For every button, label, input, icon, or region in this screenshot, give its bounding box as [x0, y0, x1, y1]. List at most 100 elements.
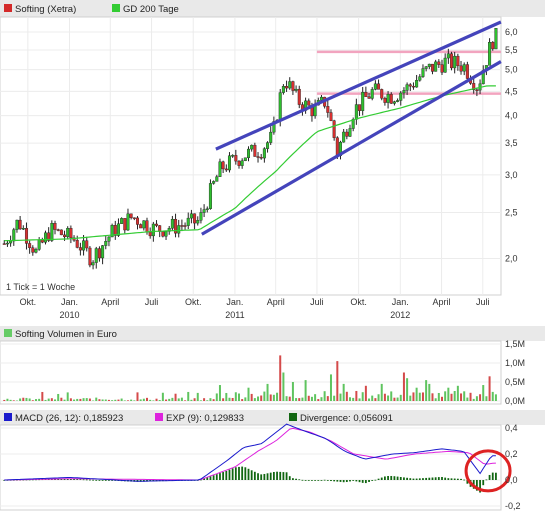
- price-x-tick: Okt.: [350, 297, 367, 307]
- candle-body: [361, 92, 365, 111]
- candle-body: [151, 223, 155, 237]
- volume-bar: [355, 390, 358, 401]
- volume-bar: [307, 395, 310, 401]
- candle-body: [434, 61, 438, 72]
- volume-bar: [488, 376, 491, 401]
- volume-bar: [374, 398, 377, 401]
- candle-body: [465, 64, 469, 79]
- candle-body: [82, 240, 86, 251]
- volume-bar: [66, 392, 69, 401]
- divergence-bar: [330, 480, 332, 482]
- price-y-tick: 3,0: [505, 170, 518, 180]
- volume-bar: [393, 397, 396, 401]
- volume-bar: [158, 400, 161, 401]
- candle-body: [37, 239, 41, 250]
- divergence-bar: [374, 479, 377, 481]
- candle-body: [288, 81, 292, 89]
- divergence-legend-swatch: [289, 413, 297, 421]
- volume-bar: [222, 398, 225, 401]
- candle-body: [196, 220, 200, 224]
- volume-bar: [171, 397, 174, 401]
- volume-bar: [228, 397, 231, 401]
- divergence-bar: [361, 480, 364, 483]
- volume-bar: [377, 394, 380, 401]
- candle-body: [494, 28, 498, 50]
- divergence-bar: [266, 473, 269, 480]
- volume-y-axis: 1,5M 1,0M 0,5M 0,0M: [505, 339, 525, 406]
- candle-body: [456, 55, 460, 67]
- volume-bar: [149, 399, 152, 401]
- divergence-bar: [219, 473, 221, 480]
- candle-body: [123, 218, 127, 231]
- volume-bar: [317, 399, 320, 401]
- volume-bar: [57, 393, 60, 401]
- candle-body: [370, 89, 374, 99]
- gd200-legend-label: GD 200 Tage: [123, 4, 179, 15]
- price-year-label: 2011: [225, 310, 244, 320]
- candle-body: [75, 240, 79, 248]
- divergence-bar: [387, 475, 389, 480]
- divergence-bar: [409, 478, 412, 480]
- candle-body: [345, 131, 349, 137]
- candle-body: [231, 155, 235, 157]
- divergence-bar: [272, 471, 275, 480]
- candle-body: [389, 94, 393, 104]
- volume-bar: [380, 383, 383, 401]
- candle-body: [69, 228, 73, 239]
- volume-bar: [126, 400, 129, 401]
- divergence-bar: [349, 480, 351, 482]
- candle-body: [383, 98, 387, 103]
- volume-bar: [396, 397, 399, 401]
- volume-bar: [444, 391, 447, 401]
- divergence-bar: [101, 480, 104, 481]
- candle-body: [285, 86, 289, 89]
- candle-body: [78, 247, 82, 251]
- divergence-bar: [241, 466, 244, 480]
- volume-bar: [38, 398, 41, 401]
- volume-bar: [288, 396, 291, 401]
- candle-body: [253, 144, 257, 157]
- candle-body: [247, 148, 251, 159]
- volume-bar: [282, 372, 285, 401]
- candle-body: [199, 212, 203, 221]
- volume-y-tick: 0,5M: [505, 377, 525, 387]
- volume-bar: [310, 396, 313, 401]
- volume-bar: [79, 398, 82, 401]
- candle-body: [358, 104, 362, 111]
- volume-bar: [361, 392, 364, 401]
- divergence-bar: [260, 474, 263, 480]
- divergence-bar: [453, 478, 456, 480]
- divergence-bar: [209, 476, 212, 480]
- candle-body: [402, 90, 406, 94]
- volume-bar: [336, 361, 339, 401]
- candle-body: [307, 100, 311, 106]
- candle-body: [332, 120, 336, 138]
- volume-panel: Softing Volumen in Euro 1,5M 1,0M 0,5M 0,0M: [0, 326, 545, 406]
- candle-body: [170, 218, 174, 229]
- volume-bar: [447, 387, 450, 401]
- divergence-bar: [225, 470, 228, 480]
- divergence-bar: [364, 480, 367, 484]
- candle-body: [132, 217, 136, 219]
- volume-bar: [139, 399, 142, 401]
- volume-bar: [494, 394, 497, 401]
- candle-body: [113, 225, 117, 236]
- volume-bar: [82, 398, 85, 401]
- volume-bar: [237, 393, 240, 401]
- divergence-bar: [425, 477, 428, 480]
- candle-body: [148, 231, 152, 237]
- volume-bar: [44, 399, 47, 401]
- divergence-bar: [345, 480, 348, 483]
- price-panel: Softing (Xetra) GD 200 Tage 6,0 5,5 5,0 4,5…: [0, 0, 545, 320]
- price-x-tick: Juli: [145, 297, 159, 307]
- candle-body: [348, 128, 352, 137]
- divergence-bar: [98, 480, 101, 481]
- candle-body: [329, 112, 333, 121]
- volume-bar: [12, 400, 15, 401]
- volume-bar: [241, 399, 244, 401]
- volume-bar: [28, 398, 31, 401]
- volume-bar: [130, 399, 133, 401]
- candle-body: [44, 232, 48, 243]
- volume-bar: [421, 392, 424, 401]
- candle-body: [405, 84, 409, 91]
